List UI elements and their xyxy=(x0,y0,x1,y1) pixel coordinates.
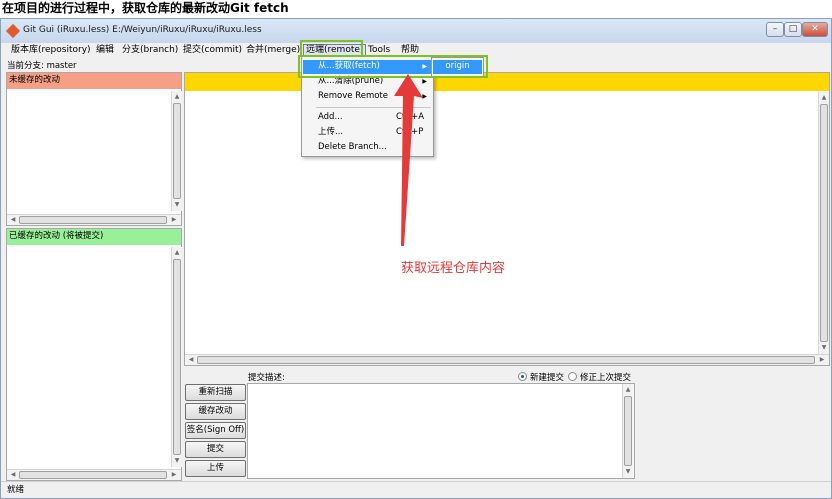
add-shortcut: Ctrl+A xyxy=(396,112,425,122)
current-branch-label: 当前分支: master xyxy=(7,61,77,71)
scroll-up-icon[interactable]: ▲ xyxy=(172,249,182,257)
commit-button[interactable]: 提交 xyxy=(185,441,246,458)
unstaged-horizontal-scrollbar[interactable]: ◀ ▶ xyxy=(7,214,181,225)
submenu-arrow-icon: ▶ xyxy=(422,93,427,100)
stage-changes-button[interactable]: 缓存改动 xyxy=(185,403,246,420)
menu-repository[interactable]: 版本库(repository) xyxy=(9,44,93,57)
diff-horizontal-scrollbar[interactable]: ◀ ▶ xyxy=(185,354,829,365)
scroll-up-icon[interactable]: ▲ xyxy=(623,386,633,394)
add-label: Add... xyxy=(318,112,343,122)
push-shortcut: Ctrl+P xyxy=(396,127,424,137)
diff-vertical-scrollbar[interactable]: ▲ ▼ xyxy=(818,92,829,354)
menu-edit[interactable]: 编辑 xyxy=(94,44,116,57)
highlight-callout-box xyxy=(298,55,488,78)
menu-separator xyxy=(316,107,431,108)
scroll-down-icon[interactable]: ▼ xyxy=(172,457,182,465)
delete-branch-label: Delete Branch... xyxy=(318,142,387,152)
minimize-button[interactable]: – xyxy=(766,22,784,37)
scroll-left-icon[interactable]: ◀ xyxy=(8,216,18,224)
remove-remote-label: Remove Remote xyxy=(318,91,388,101)
scroll-thumb[interactable] xyxy=(820,104,828,342)
scroll-down-icon[interactable]: ▼ xyxy=(172,201,182,209)
staged-horizontal-scrollbar[interactable]: ◀ ▶ xyxy=(7,469,181,480)
scroll-thumb[interactable] xyxy=(624,396,632,466)
staged-vertical-scrollbar[interactable]: ▲ ▼ xyxy=(171,247,182,467)
scroll-thumb[interactable] xyxy=(19,471,167,479)
scroll-down-icon[interactable]: ▼ xyxy=(819,344,829,352)
scroll-down-icon[interactable]: ▼ xyxy=(623,468,633,476)
scroll-right-icon[interactable]: ▶ xyxy=(169,471,179,479)
window-title: Git Gui (iRuxu.less) E:/Weiyun/iRuxu/iRu… xyxy=(23,25,262,35)
scroll-up-icon[interactable]: ▲ xyxy=(819,94,829,102)
scroll-left-icon[interactable]: ◀ xyxy=(186,356,196,364)
scroll-left-icon[interactable]: ◀ xyxy=(8,471,18,479)
maximize-button[interactable]: □ xyxy=(784,22,802,37)
scroll-thumb[interactable] xyxy=(197,356,815,364)
menu-item-push[interactable]: 上传... Ctrl+P xyxy=(303,126,432,140)
menu-branch[interactable]: 分支(branch) xyxy=(120,44,180,57)
scroll-thumb[interactable] xyxy=(19,216,167,224)
menu-merge[interactable]: 合并(merge) xyxy=(244,44,302,57)
git-app-icon xyxy=(5,23,21,39)
diff-header-bar xyxy=(185,73,829,91)
unstaged-vertical-scrollbar[interactable]: ▲ ▼ xyxy=(171,91,182,211)
scroll-thumb[interactable] xyxy=(173,259,181,455)
menu-commit[interactable]: 提交(commit) xyxy=(181,44,244,57)
diff-viewer[interactable]: ▲ ▼ ◀ ▶ xyxy=(184,72,830,366)
amend-commit-label: 修正上次提交 xyxy=(580,373,632,383)
page-caption: 在项目的进行过程中，获取仓库的最新改动Git fetch xyxy=(2,1,289,15)
new-commit-radio[interactable] xyxy=(518,372,527,381)
scroll-right-icon[interactable]: ▶ xyxy=(169,216,179,224)
close-button[interactable]: ✕ xyxy=(802,22,828,37)
unstaged-changes-pane: 未缓存的改动 ▲ ▼ ◀ ▶ xyxy=(6,72,182,226)
amend-commit-radio[interactable] xyxy=(568,372,577,381)
new-commit-label: 新建提交 xyxy=(530,373,565,383)
commit-message-input[interactable]: ▲ ▼ xyxy=(247,383,635,479)
title-bar: Git Gui (iRuxu.less) E:/Weiyun/iRuxu/iRu… xyxy=(1,19,831,43)
commit-message-scrollbar[interactable]: ▲ ▼ xyxy=(622,384,633,478)
scroll-up-icon[interactable]: ▲ xyxy=(172,93,182,101)
scroll-thumb[interactable] xyxy=(173,103,181,199)
status-bar: 就绪 xyxy=(1,481,831,498)
sign-off-button[interactable]: 签名(Sign Off) xyxy=(185,422,246,439)
rescan-button[interactable]: 重新扫描 xyxy=(185,384,246,401)
unstaged-header: 未缓存的改动 xyxy=(7,73,181,89)
remote-menu-callout-box xyxy=(300,40,363,57)
menu-item-remove-remote[interactable]: Remove Remote ▶ xyxy=(303,90,432,104)
push-label: 上传... xyxy=(318,127,344,137)
push-button[interactable]: 上传 xyxy=(185,460,246,477)
commit-panel: 提交描述: 新建提交 修正上次提交 重新扫描 缓存改动 签名(Sign Off)… xyxy=(184,369,830,479)
commit-description-label: 提交描述: xyxy=(248,373,285,383)
menu-item-add[interactable]: Add... Ctrl+A xyxy=(303,111,432,125)
staged-header: 已缓存的改动 (将被提交) xyxy=(7,229,181,245)
scroll-right-icon[interactable]: ▶ xyxy=(817,356,827,364)
menu-item-delete-branch[interactable]: Delete Branch... xyxy=(303,141,432,155)
annotation-text: 获取远程仓库内容 xyxy=(401,261,506,276)
staged-changes-pane: 已缓存的改动 (将被提交) ▲ ▼ ◀ ▶ xyxy=(6,228,182,481)
